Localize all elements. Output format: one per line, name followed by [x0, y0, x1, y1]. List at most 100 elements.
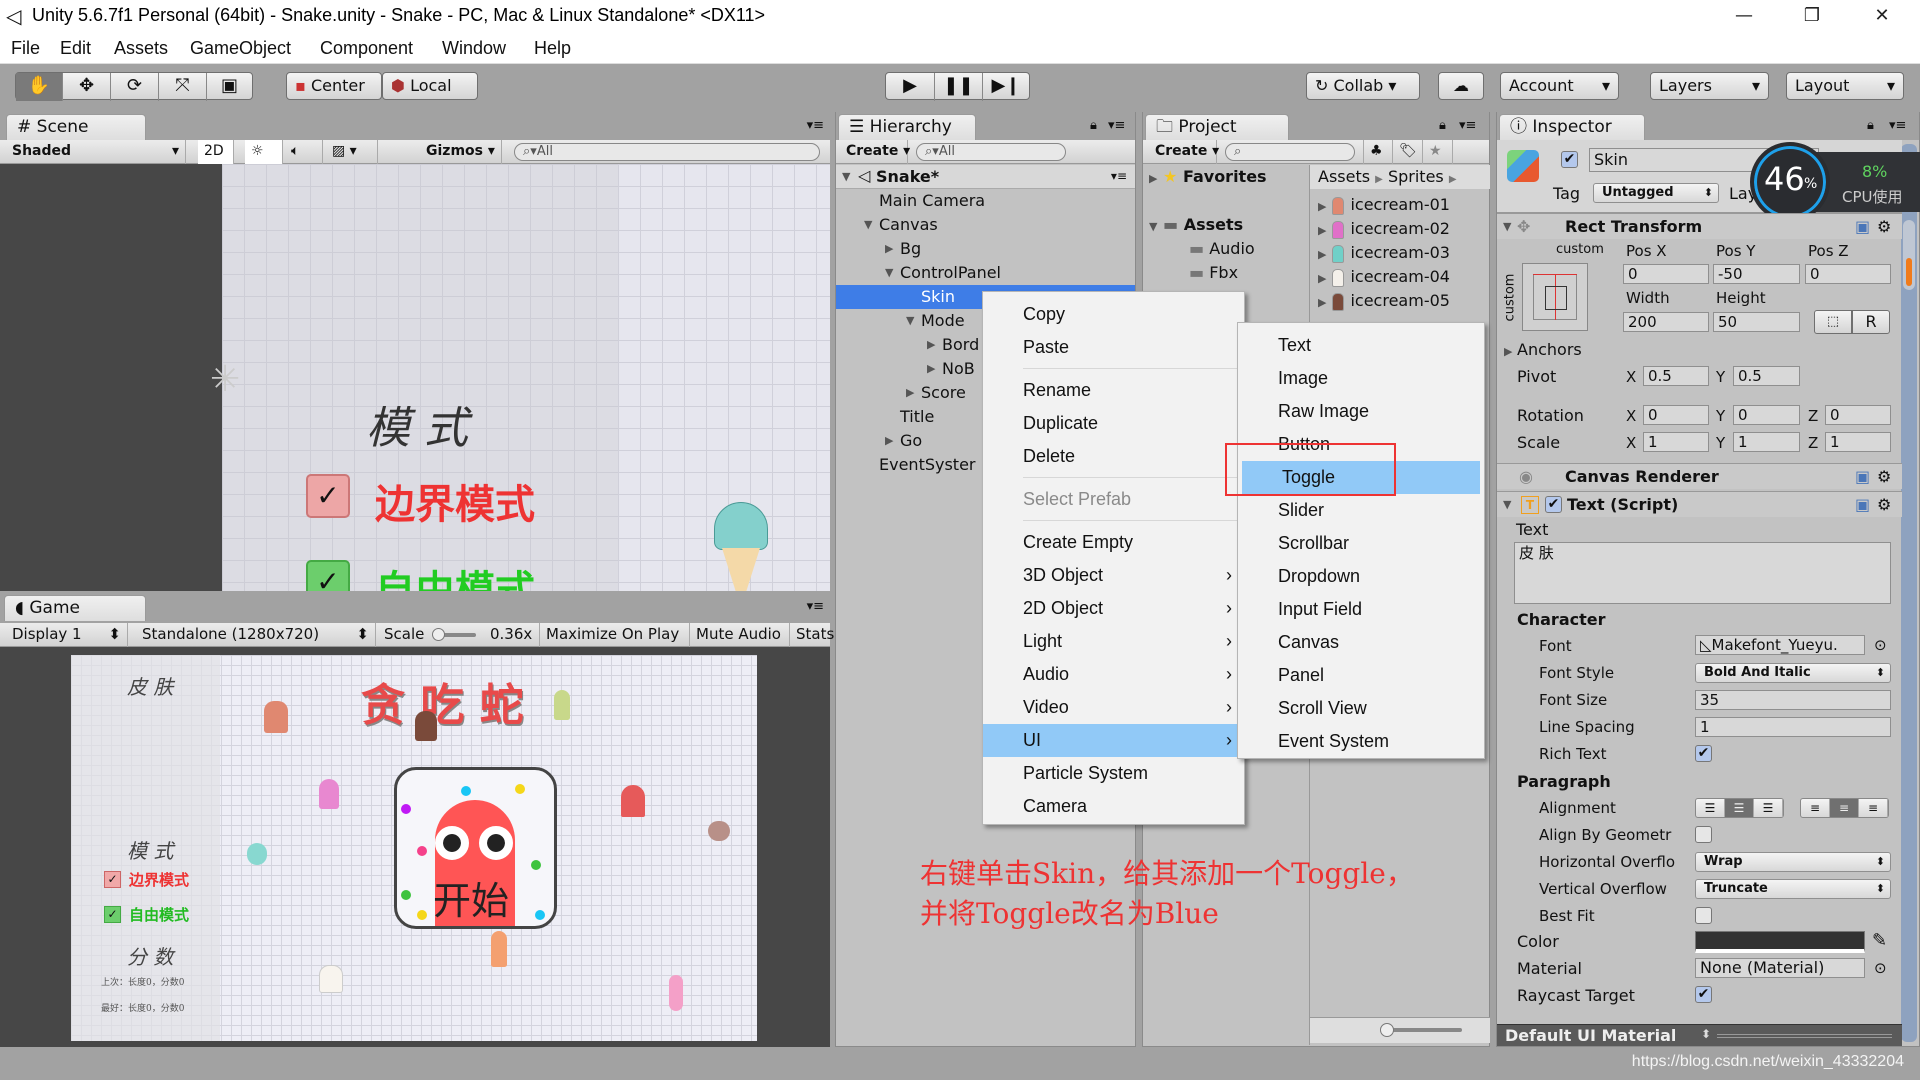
restore-icon[interactable]: ❐ [1782, 0, 1842, 32]
filter-label-icon[interactable]: 🏷︎ [1393, 140, 1423, 164]
active-checkbox[interactable]: ✔ [1561, 151, 1578, 168]
expand-arrow-icon[interactable]: ▼ [864, 213, 872, 237]
gear-icon[interactable]: ⚙ [1877, 464, 1891, 490]
border-mode-checkbox[interactable]: ✓ [104, 871, 121, 888]
tab-project[interactable]: 🗀︎ Project [1145, 114, 1289, 140]
expand-arrow-icon[interactable]: ▼ [885, 261, 893, 285]
pause-icon[interactable]: ❚❚ [934, 73, 982, 101]
rotation-x-field[interactable]: 0 [1643, 405, 1709, 425]
menu-item-duplicate[interactable]: Duplicate [983, 407, 1244, 440]
submenu-item-slider[interactable]: Slider [1238, 494, 1484, 527]
resize-handle[interactable] [1717, 1034, 1892, 1038]
canvas-renderer-header[interactable]: ◉ Canvas Renderer ▣ ⚙ [1497, 463, 1902, 489]
tab-scene[interactable]: # Scene [6, 114, 146, 140]
asset-item[interactable]: ▶ icecream-02 [1318, 217, 1450, 241]
collapsed-arrow-icon[interactable]: ▶ [1318, 296, 1326, 309]
menu-item-light[interactable]: Light › [983, 625, 1244, 658]
material-field[interactable]: None (Material) [1695, 958, 1865, 978]
menu-window[interactable]: Window [442, 38, 506, 59]
gear-icon[interactable]: ⚙ [1877, 214, 1891, 240]
align-center-icon[interactable]: ☰ [1725, 799, 1754, 817]
scale-slider-thumb[interactable] [432, 628, 445, 641]
pos-x-field[interactable]: 0 [1623, 264, 1709, 284]
asset-size-slider-thumb[interactable] [1380, 1023, 1394, 1037]
collab-button[interactable]: ↻ Collab ▾ [1306, 72, 1420, 100]
gizmos-dropdown[interactable]: Gizmos ▾ [420, 140, 502, 164]
create-dropdown[interactable]: Create ▾ [1149, 140, 1219, 164]
hierarchy-item[interactable]: ▼ ControlPanel [836, 261, 1135, 285]
favorites-row[interactable]: ▶ ★ Favorites [1149, 165, 1267, 189]
raycast-target-checkbox[interactable]: ✔ [1695, 986, 1712, 1003]
raw-edit-button[interactable]: R [1852, 310, 1890, 334]
submenu-item-scroll-view[interactable]: Scroll View [1238, 692, 1484, 725]
submenu-item-scrollbar[interactable]: Scrollbar [1238, 527, 1484, 560]
horizontal-overflow-dropdown[interactable]: Wrap [1695, 852, 1891, 872]
mute-audio-toggle[interactable]: Mute Audio [690, 623, 790, 647]
rect-icon[interactable]: ▣ [206, 73, 252, 101]
dropdown-arrows-icon[interactable]: ⬍ [1701, 1027, 1711, 1041]
line-spacing-field[interactable]: 1 [1695, 717, 1891, 737]
expand-arrow-icon[interactable]: ▶ [1149, 172, 1157, 185]
collapsed-arrow-icon[interactable]: ▶ [1318, 224, 1326, 237]
lock-icon[interactable]: 🔒︎ [1439, 118, 1446, 133]
rich-text-checkbox[interactable]: ✔ [1695, 745, 1712, 762]
submenu-item-panel[interactable]: Panel [1238, 659, 1484, 692]
anchors-label[interactable]: Anchors [1517, 340, 1582, 359]
menu-item-video[interactable]: Video › [983, 691, 1244, 724]
material-preview-bar[interactable]: Default UI Material ⬍ [1497, 1024, 1902, 1046]
anchor-preset-button[interactable] [1522, 263, 1588, 331]
scene-viewport[interactable]: ✳ 模 式 ✓ 边界模式 ✓ 自由模式 [0, 164, 830, 591]
menu-item-ui[interactable]: UI › [983, 724, 1244, 757]
audio-icon[interactable]: 🔈︎ [285, 140, 323, 164]
menu-item-3d-object[interactable]: 3D Object › [983, 559, 1244, 592]
hierarchy-item[interactable]: Main Camera [836, 189, 1135, 213]
align-left-icon[interactable]: ☰ [1696, 799, 1725, 817]
text-script-header[interactable]: ▼ T ✔ Text (Script) ▣ ⚙ [1497, 491, 1902, 517]
scene-header-row[interactable]: ▼ ◁ Snake* ▾≡ [836, 165, 1135, 189]
rotation-z-field[interactable]: 0 [1825, 405, 1891, 425]
tab-game[interactable]: ◖ Game [4, 595, 146, 621]
layout-dropdown[interactable]: Layout ▾ [1786, 72, 1904, 100]
rotation-y-field[interactable]: 0 [1733, 405, 1800, 425]
menu-file[interactable]: File [11, 38, 40, 59]
menu-assets[interactable]: Assets [114, 38, 168, 59]
menu-help[interactable]: Help [534, 38, 571, 59]
collapse-arrow-icon[interactable]: ▼ [1503, 214, 1511, 240]
resolution-dropdown[interactable]: Standalone (1280x720) ⬍ [136, 623, 376, 647]
effects-icon[interactable]: ▨ ▾ [326, 140, 378, 164]
menu-item-create-empty[interactable]: Create Empty [983, 526, 1244, 559]
project-search-input[interactable]: ⌕ [1225, 143, 1355, 161]
align-right-icon[interactable]: ☰ [1754, 799, 1783, 817]
help-icon[interactable]: ▣ [1855, 214, 1870, 240]
assets-row[interactable]: ▼ ▬ Assets [1149, 213, 1243, 237]
scrollbar-thumb[interactable] [1903, 220, 1915, 290]
menu-item-copy[interactable]: Copy [983, 298, 1244, 331]
panel-menu-icon[interactable]: ▾≡ [1459, 118, 1476, 133]
align-bottom-icon[interactable]: ≡ [1859, 799, 1888, 817]
favorite-star-icon[interactable]: ★ [1423, 140, 1453, 164]
width-field[interactable]: 200 [1623, 312, 1709, 332]
submenu-item-image[interactable]: Image [1238, 362, 1484, 395]
object-picker-icon[interactable]: ⊙ [1874, 636, 1887, 654]
menu-item-audio[interactable]: Audio › [983, 658, 1244, 691]
submenu-item-dropdown[interactable]: Dropdown [1238, 560, 1484, 593]
breadcrumb-item[interactable]: Assets [1318, 167, 1370, 186]
collapse-arrow-icon[interactable]: ▼ [1503, 492, 1511, 518]
collapsed-arrow-icon[interactable]: ▶ [927, 357, 935, 381]
menu-item-delete[interactable]: Delete [983, 440, 1244, 473]
free-mode-checkbox[interactable]: ✓ [104, 906, 121, 923]
panel-menu-icon[interactable]: ▾≡ [807, 118, 824, 133]
submenu-item-event-system[interactable]: Event System [1238, 725, 1484, 758]
account-dropdown[interactable]: Account ▾ [1500, 72, 1619, 100]
menu-item-camera[interactable]: Camera [983, 790, 1244, 823]
font-style-dropdown[interactable]: Bold And Italic [1695, 663, 1891, 683]
panel-menu-icon[interactable]: ▾≡ [807, 599, 824, 614]
asset-item[interactable]: ▶ icecream-04 [1318, 265, 1450, 289]
menu-item-2d-object[interactable]: 2D Object › [983, 592, 1244, 625]
maximize-on-play-toggle[interactable]: Maximize On Play [540, 623, 690, 647]
rect-transform-header[interactable]: ▼ ✥ Rect Transform ▣ ⚙ [1497, 213, 1902, 239]
minimize-icon[interactable]: — [1714, 0, 1774, 32]
scale-slider[interactable]: Scale 0.36x [378, 623, 540, 647]
hierarchy-item[interactable]: ▼ Canvas [836, 213, 1135, 237]
pivot-toggle[interactable]: ▪ Center [286, 72, 382, 100]
